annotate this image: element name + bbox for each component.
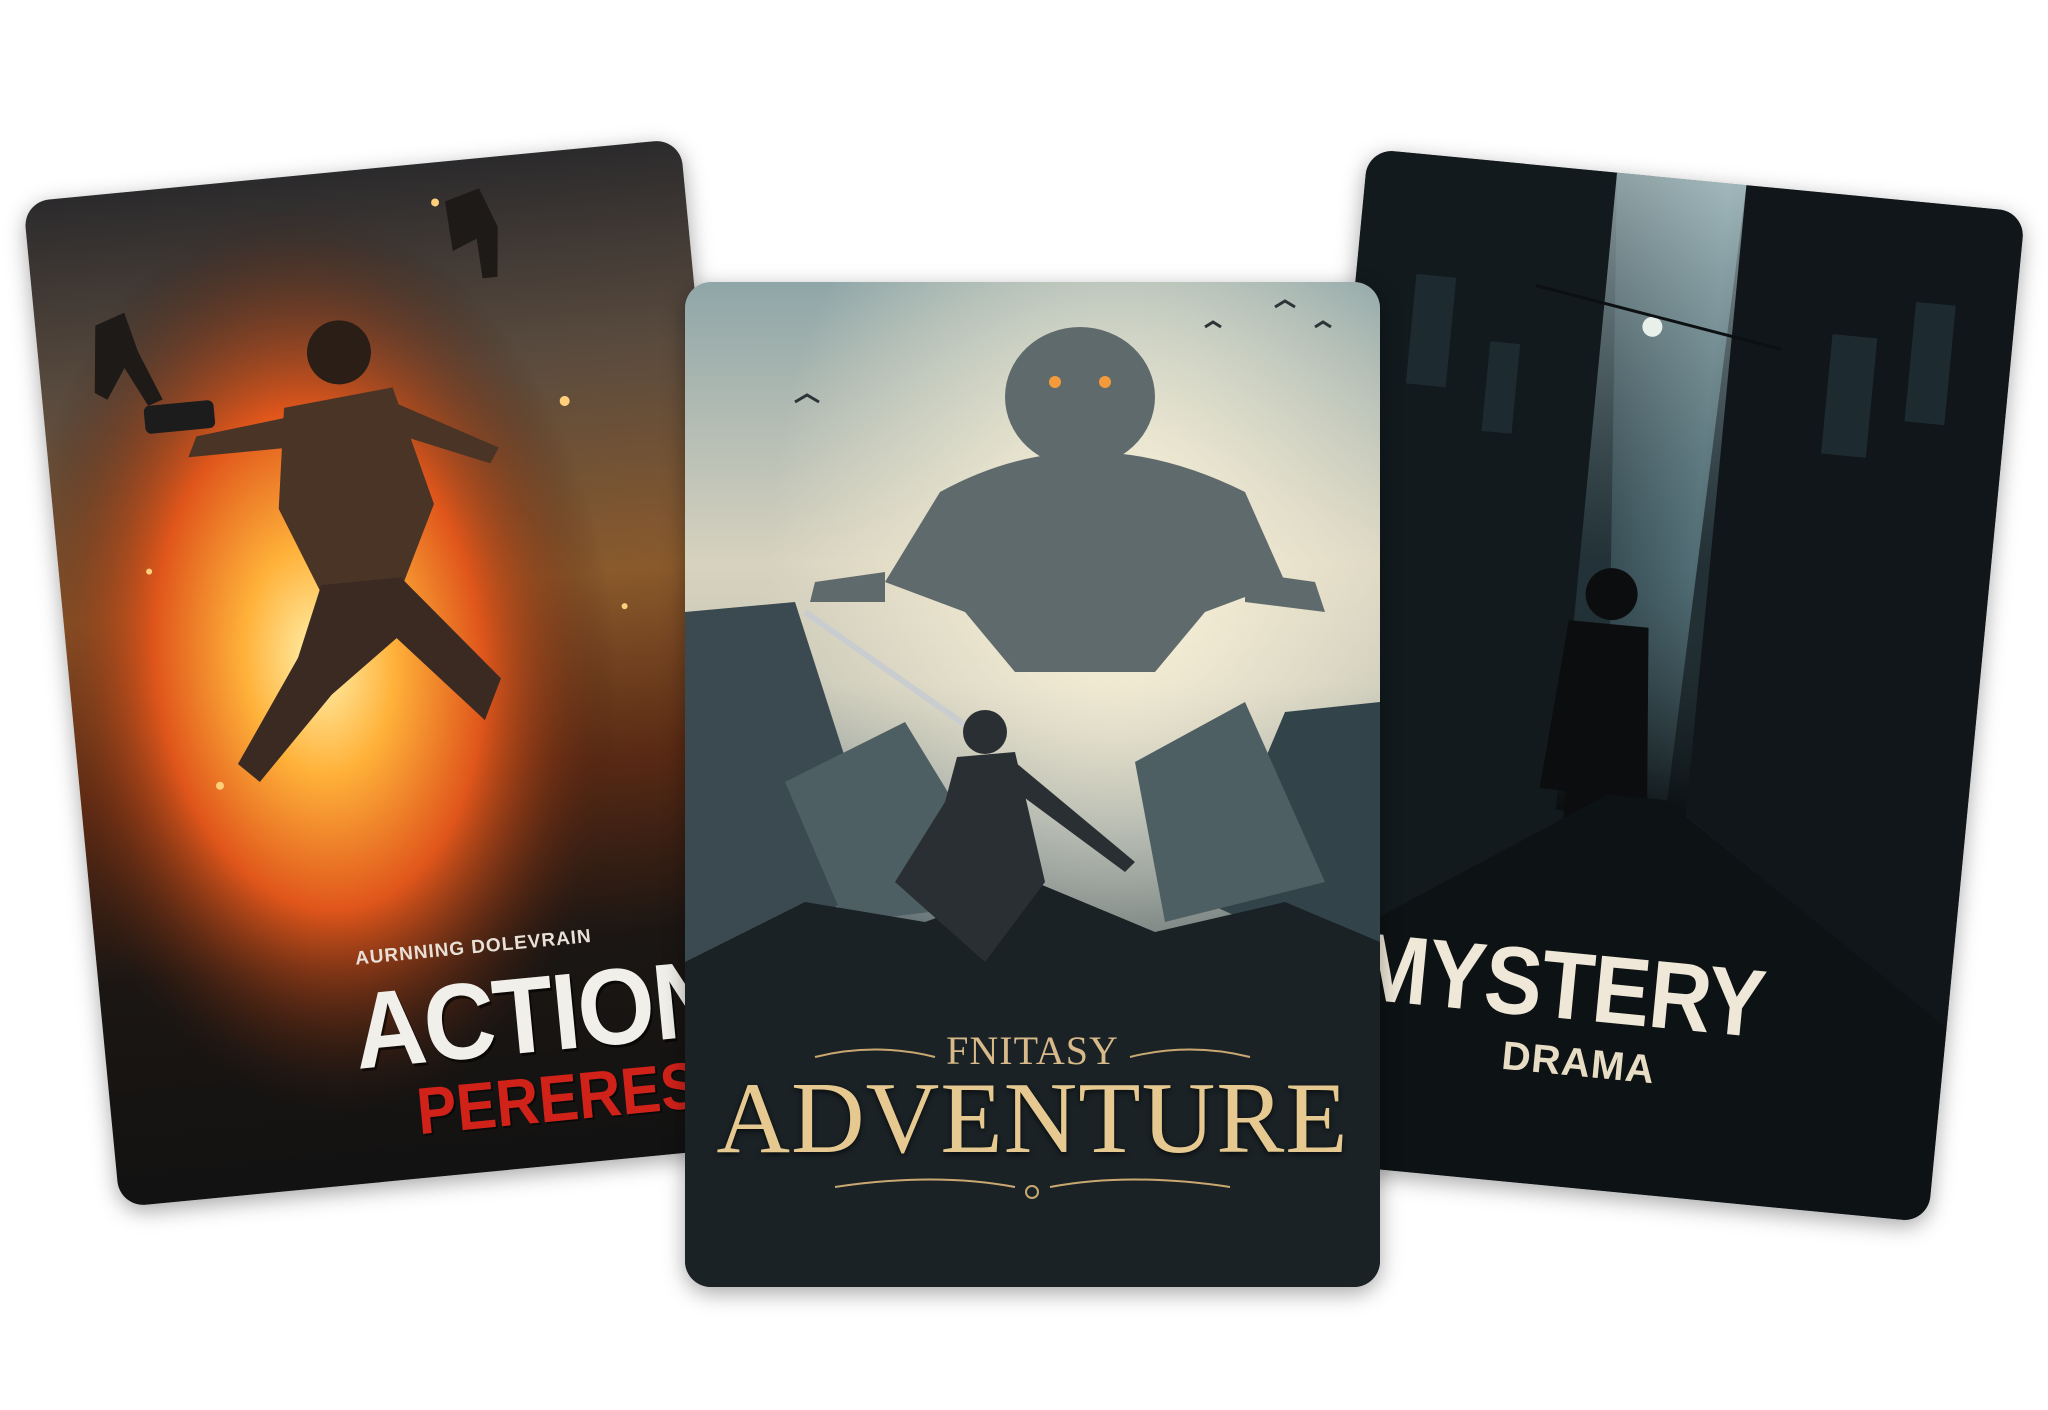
adventure-poster-card[interactable]: FNITASY ADVENTURE: [685, 282, 1380, 1287]
mystery-poster-card[interactable]: MYSTERY DRAMA: [1270, 148, 2026, 1223]
action-poster-card[interactable]: AURNNING DOLEVRAIN ACTION PERERES: [23, 138, 777, 1208]
adventure-title: ADVENTURE: [716, 1062, 1349, 1175]
